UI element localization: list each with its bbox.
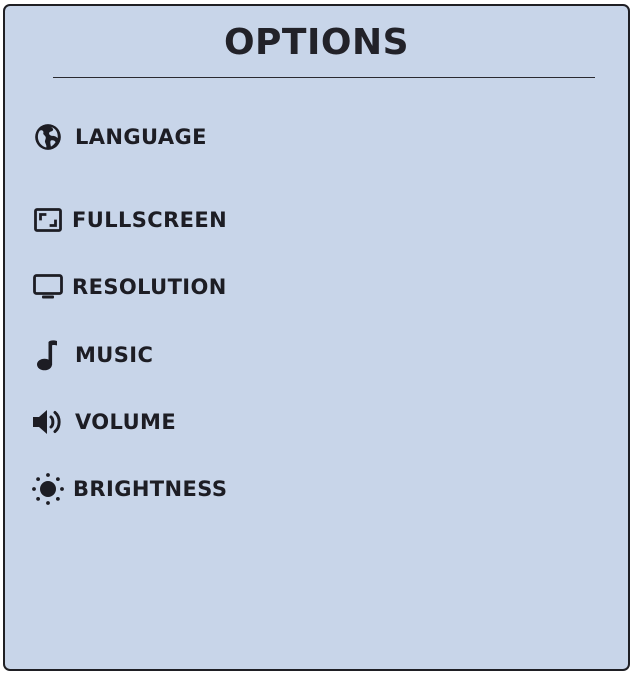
monitor-icon (31, 270, 65, 304)
options-panel: OPTIONS LANGUAGE FULLSCREEN RESOLUTION M… (3, 4, 630, 671)
speaker-icon (31, 405, 65, 439)
option-music[interactable]: MUSIC (31, 338, 153, 372)
fullscreen-icon (31, 203, 65, 237)
option-fullscreen[interactable]: FULLSCREEN (31, 203, 227, 237)
option-label-volume: VOLUME (75, 410, 177, 434)
option-volume[interactable]: VOLUME (31, 405, 176, 439)
music-note-icon (31, 338, 65, 372)
title-divider (53, 77, 595, 78)
option-language[interactable]: LANGUAGE (31, 120, 207, 154)
option-label-brightness: BRIGHTNESS (73, 477, 228, 501)
option-resolution[interactable]: RESOLUTION (31, 270, 227, 304)
globe-icon (31, 120, 65, 154)
option-label-resolution: RESOLUTION (72, 275, 227, 299)
page-title: OPTIONS (223, 22, 410, 63)
option-brightness[interactable]: BRIGHTNESS (31, 472, 227, 506)
option-label-fullscreen: FULLSCREEN (72, 208, 228, 232)
option-label-language: LANGUAGE (75, 125, 207, 149)
option-label-music: MUSIC (75, 343, 154, 367)
sun-icon (31, 472, 65, 506)
